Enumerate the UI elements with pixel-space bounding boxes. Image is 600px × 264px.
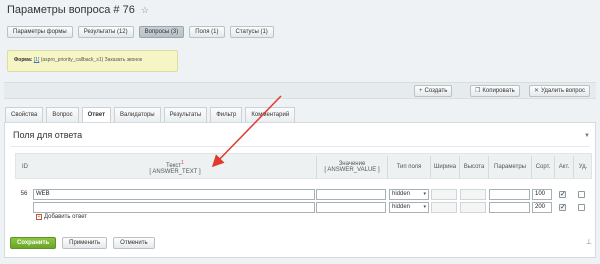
- save-button[interactable]: Сохранить: [10, 237, 57, 249]
- copy-label: Копировать: [482, 88, 515, 94]
- col-text: Текст1 [ ANSWER_TEXT ]: [34, 154, 316, 180]
- add-answer-label: Добавить ответ: [44, 214, 88, 220]
- col-sort-label: Сорт.: [535, 164, 551, 170]
- tab-questions[interactable]: Вопросы (3): [138, 26, 185, 38]
- copy-icon: ❐: [475, 88, 481, 94]
- active-checkbox[interactable]: [559, 190, 566, 198]
- tab-properties[interactable]: Свойства: [5, 107, 44, 122]
- add-icon: +: [36, 214, 42, 220]
- tab-form-params[interactable]: Параметры формы: [7, 26, 73, 38]
- col-height: Высота: [460, 154, 488, 180]
- apply-button[interactable]: Применить: [62, 237, 108, 249]
- form-note-prefix: Форма:: [14, 57, 33, 63]
- delete-question-button[interactable]: ✕ Удалить вопрос: [529, 85, 590, 97]
- col-active-label: Акт.: [558, 164, 570, 170]
- height-input[interactable]: [460, 202, 486, 213]
- col-params: Параметры: [489, 154, 531, 180]
- tab-question[interactable]: Вопрос: [46, 107, 79, 122]
- col-height-label: Высота: [463, 164, 485, 170]
- answer-text-input[interactable]: WEB: [33, 189, 315, 200]
- action-bar: + Создать ❐ Копировать ✕ Удалить вопрос: [4, 82, 596, 99]
- add-answer-link[interactable]: + Добавить ответ: [36, 214, 87, 220]
- col-value: Значение [ ANSWER_VALUE ]: [317, 154, 387, 180]
- params-input[interactable]: [489, 202, 530, 213]
- bottom-bar: Сохранить Применить Отменить: [10, 237, 155, 249]
- col-active: Акт.: [555, 154, 573, 180]
- create-button[interactable]: + Создать: [414, 85, 453, 97]
- col-id: ID: [16, 154, 34, 180]
- field-type-value: hidden: [392, 204, 411, 210]
- required-mark: 1: [181, 159, 184, 166]
- title-row: Параметры вопроса # 76 ☆: [7, 3, 149, 17]
- form-note: Форма: [1] (aspro_priority_callback_s1) …: [7, 50, 178, 72]
- table-row: hidden ▾ 200: [15, 202, 592, 213]
- tab-results-2[interactable]: Результаты: [163, 107, 208, 122]
- answer-value-input[interactable]: [316, 189, 386, 200]
- answers-grid: ID Текст1 [ ANSWER_TEXT ] Значение [ ANS…: [15, 153, 592, 235]
- panel-title: Поля для ответа: [13, 130, 83, 140]
- table-row: 56 WEB hidden ▾ 100: [15, 189, 592, 200]
- width-input[interactable]: [431, 202, 457, 213]
- delete-checkbox[interactable]: [578, 204, 585, 211]
- height-input[interactable]: [460, 189, 486, 200]
- col-delete: Уд.: [574, 154, 592, 180]
- col-sort: Сорт.: [532, 154, 554, 180]
- field-type-value: hidden: [392, 191, 411, 197]
- chevron-down-icon: ▾: [423, 191, 426, 197]
- row-id: 56: [20, 191, 28, 197]
- pin-icon[interactable]: ⊥: [586, 238, 592, 246]
- page-title: Параметры вопроса # 76: [7, 4, 135, 16]
- col-width-label: Ширина: [433, 164, 457, 170]
- copy-button[interactable]: ❐ Копировать: [470, 85, 520, 97]
- field-type-select[interactable]: hidden ▾: [389, 189, 429, 200]
- sort-input[interactable]: 200: [532, 202, 552, 213]
- tab-statuses[interactable]: Статусы (1): [229, 26, 274, 38]
- answer-value-input[interactable]: [316, 202, 386, 213]
- tab-validators[interactable]: Валидаторы: [114, 107, 161, 122]
- chevron-down-icon: ▾: [423, 204, 426, 210]
- close-icon: ✕: [534, 88, 540, 94]
- edit-tabs: Свойства Вопрос Ответ Валидаторы Результ…: [5, 107, 296, 122]
- sort-input[interactable]: 100: [532, 189, 552, 200]
- tab-fields[interactable]: Поля (1): [189, 26, 225, 38]
- plus-icon: +: [419, 88, 423, 94]
- tab-comment[interactable]: Комментарий: [245, 107, 296, 122]
- tab-filter[interactable]: Фильтр: [210, 107, 243, 122]
- col-type: Тип поля: [388, 154, 430, 180]
- col-width: Ширина: [431, 154, 459, 180]
- delete-label: Удалить вопрос: [541, 88, 585, 94]
- tab-answer[interactable]: Ответ: [81, 107, 112, 122]
- form-note-text: (aspro_priority_callback_s1) Заказать зв…: [39, 57, 143, 63]
- grid-header: ID Текст1 [ ANSWER_TEXT ] Значение [ ANS…: [15, 153, 592, 179]
- divider: [11, 146, 589, 147]
- delete-checkbox[interactable]: [578, 191, 585, 198]
- top-tabs: Параметры формы Результаты (12) Вопросы …: [7, 26, 274, 38]
- width-input[interactable]: [431, 189, 457, 200]
- params-input[interactable]: [489, 189, 530, 200]
- col-id-label: ID: [22, 164, 28, 170]
- field-type-select[interactable]: hidden ▾: [389, 202, 429, 213]
- col-value-code: [ ANSWER_VALUE ]: [324, 167, 380, 173]
- active-checkbox[interactable]: [559, 203, 566, 211]
- collapse-icon[interactable]: ▼: [584, 133, 590, 139]
- col-params-label: Параметры: [494, 164, 526, 170]
- col-delete-label: Уд.: [578, 164, 588, 170]
- cancel-button[interactable]: Отменить: [113, 237, 155, 249]
- star-icon[interactable]: ☆: [141, 5, 149, 16]
- tab-results[interactable]: Результаты (12): [77, 26, 134, 38]
- create-label: Создать: [424, 88, 448, 94]
- col-text-code: [ ANSWER_TEXT ]: [149, 168, 201, 175]
- col-type-label: Тип поля: [396, 164, 422, 170]
- answer-text-input[interactable]: [33, 202, 315, 213]
